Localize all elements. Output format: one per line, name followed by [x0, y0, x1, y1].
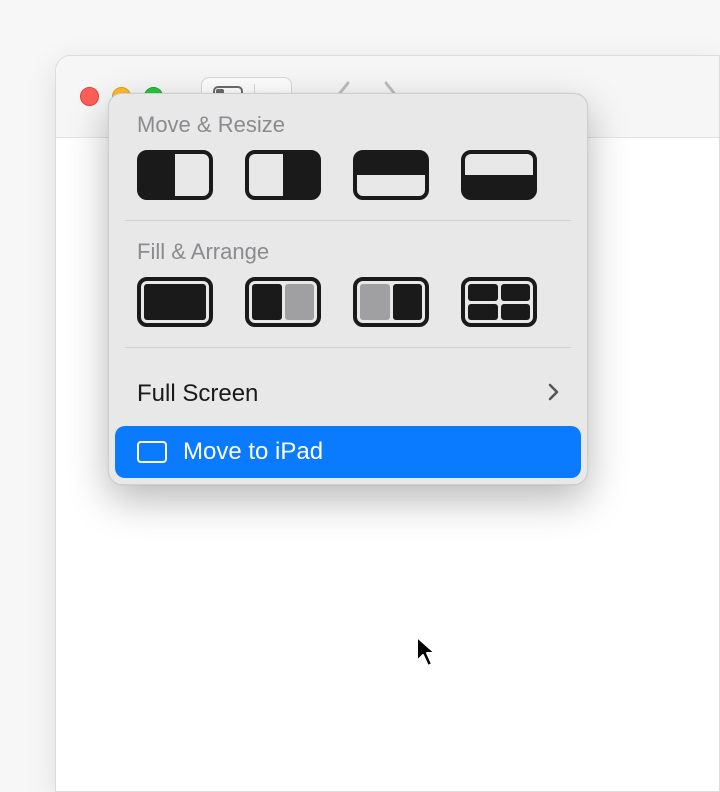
fill-screen-button[interactable]: [137, 277, 213, 327]
fill-arrange-row: [109, 277, 587, 347]
arrange-right-left-button[interactable]: [353, 277, 429, 327]
move-resize-row: [109, 150, 587, 220]
close-window-button[interactable]: [80, 87, 99, 106]
tile-bottom-half-button[interactable]: [461, 150, 537, 200]
fill-arrange-label: Fill & Arrange: [109, 239, 587, 277]
arrange-left-right-button[interactable]: [245, 277, 321, 327]
menu-divider: [125, 347, 571, 348]
full-screen-label: Full Screen: [137, 380, 258, 408]
full-screen-menu-item[interactable]: Full Screen: [109, 366, 587, 422]
move-to-ipad-label: Move to iPad: [183, 438, 323, 466]
arrange-quarters-button[interactable]: [461, 277, 537, 327]
move-resize-label: Move & Resize: [109, 112, 587, 150]
tile-top-half-button[interactable]: [353, 150, 429, 200]
tile-right-half-button[interactable]: [245, 150, 321, 200]
tile-left-half-button[interactable]: [137, 150, 213, 200]
window-tiling-menu: Move & Resize Fill & Arrange Full Screen…: [108, 93, 588, 485]
move-to-ipad-menu-item[interactable]: Move to iPad: [115, 426, 581, 478]
chevron-right-icon: [548, 381, 559, 407]
ipad-icon: [137, 441, 167, 463]
menu-divider: [125, 220, 571, 221]
